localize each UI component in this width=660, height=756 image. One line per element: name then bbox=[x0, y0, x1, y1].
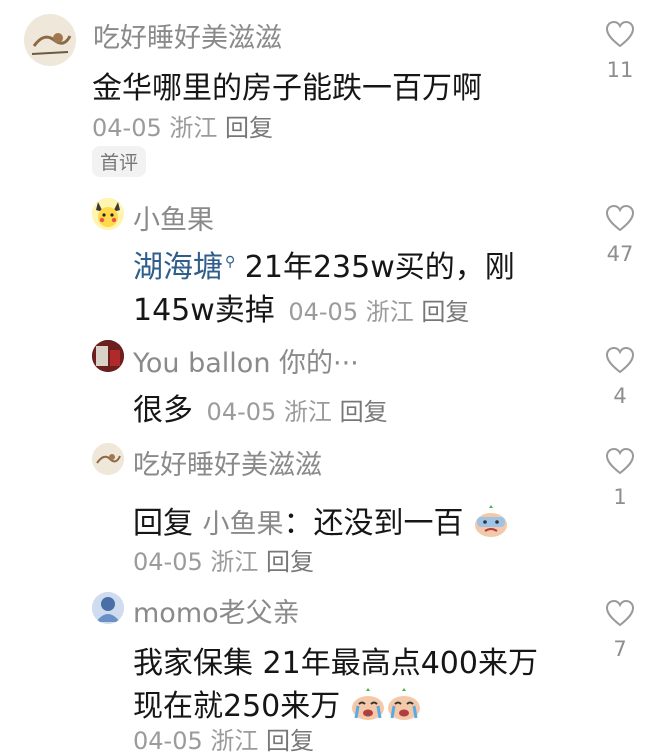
like-count: 11 bbox=[606, 58, 634, 82]
comment-date: 04-05 bbox=[206, 398, 277, 426]
heart-outline-icon bbox=[605, 20, 635, 48]
comment-text-line: 回复 小鱼果：还没到一百 bbox=[133, 498, 509, 542]
comment-text: ：还没到一百 bbox=[283, 506, 464, 541]
avatar[interactable] bbox=[24, 14, 76, 66]
username[interactable]: 吃好睡好美滋滋 bbox=[93, 16, 282, 55]
username[interactable]: momo老父亲 bbox=[133, 591, 300, 630]
avatar[interactable] bbox=[92, 592, 124, 624]
comment-text: 金华哪里的房子能跌一百万啊 bbox=[92, 71, 482, 106]
reply-button[interactable]: 回复 bbox=[266, 548, 314, 576]
like-count: 1 bbox=[613, 485, 627, 509]
location-link[interactable]: 湖海塘 bbox=[133, 250, 223, 285]
avatar-image bbox=[92, 198, 124, 230]
reply-target-username[interactable]: 小鱼果 bbox=[203, 509, 284, 540]
reply-item: 小鱼果 湖海塘 ⚲ 21年235w买的，刚 145w卖掉 04-05 浙江 回复 … bbox=[0, 190, 660, 330]
comment-meta: 04-05 浙江 回复 bbox=[133, 542, 314, 577]
avatar-image bbox=[92, 340, 124, 372]
comment-text-line2: 145w卖掉 04-05 浙江 回复 bbox=[133, 285, 469, 329]
like-count: 4 bbox=[613, 384, 627, 408]
comment-meta: 04-05 浙江 回复 bbox=[207, 398, 388, 426]
avatar[interactable] bbox=[92, 198, 124, 230]
comment-text-line1: 我家保集 21年最高点400来万 bbox=[133, 646, 538, 681]
comment-location: 浙江 bbox=[283, 398, 332, 426]
comment-item: 吃好睡好美滋滋 金华哪里的房子能跌一百万啊 04-05 浙江 回复 首评 11 bbox=[0, 0, 660, 190]
search-icon[interactable]: ⚲ bbox=[225, 254, 235, 270]
reply-item: momo老父亲 我家保集 21年最高点400来万 现在就250来万 04-05 … bbox=[0, 585, 660, 755]
heart-outline-icon bbox=[605, 599, 635, 627]
reply-button[interactable]: 回复 bbox=[266, 727, 314, 755]
comment-text-line: 很多 04-05 浙江 回复 bbox=[133, 385, 388, 429]
like-button[interactable]: 1 bbox=[600, 447, 640, 509]
comment-text: 145w卖掉 bbox=[133, 293, 275, 328]
comment-location: 浙江 bbox=[210, 548, 259, 576]
comment-text: 现在就250来万 bbox=[133, 689, 341, 724]
comment-date: 04-05 bbox=[133, 548, 203, 576]
comment-date: 04-05 bbox=[133, 727, 203, 755]
comment-text-line1: 湖海塘 ⚲ 21年235w买的，刚 bbox=[133, 242, 515, 286]
avatar[interactable] bbox=[92, 340, 124, 372]
reply-item: 吃好睡好美滋滋 回复 小鱼果：还没到一百 04-05 浙江 回复 1 bbox=[0, 435, 660, 585]
like-button[interactable]: 7 bbox=[600, 599, 640, 661]
heart-outline-icon bbox=[605, 346, 635, 374]
avatar[interactable] bbox=[92, 443, 124, 475]
username[interactable]: 小鱼果 bbox=[133, 198, 214, 237]
username[interactable]: 吃好睡好美滋滋 bbox=[133, 443, 322, 482]
like-button[interactable]: 11 bbox=[600, 20, 640, 82]
comment-text: 很多 bbox=[133, 393, 193, 428]
comment-location: 浙江 bbox=[169, 114, 218, 142]
like-button[interactable]: 47 bbox=[600, 204, 640, 266]
comment-date: 04-05 bbox=[92, 114, 162, 142]
comment-text: 21年235w买的，刚 bbox=[235, 250, 515, 285]
avatar-image bbox=[92, 592, 124, 624]
heart-outline-icon bbox=[605, 447, 635, 475]
username[interactable]: You ballon 你的··· bbox=[133, 341, 359, 380]
reply-item: You ballon 你的··· 很多 04-05 浙江 回复 4 bbox=[0, 330, 660, 435]
reply-prefix: 回复 bbox=[133, 506, 193, 541]
comment-meta: 04-05 浙江 回复 bbox=[133, 721, 314, 756]
crying-face-emoji bbox=[350, 688, 386, 722]
reply-button[interactable]: 回复 bbox=[421, 298, 469, 326]
like-count: 7 bbox=[613, 637, 627, 661]
comment-meta: 04-05 浙江 回复 bbox=[288, 298, 469, 326]
avatar-image bbox=[92, 443, 124, 475]
comment-location: 浙江 bbox=[365, 298, 414, 326]
first-comment-badge: 首评 bbox=[92, 146, 147, 177]
avatar-image bbox=[24, 14, 76, 66]
sweating-face-emoji bbox=[473, 505, 509, 539]
reply-button[interactable]: 回复 bbox=[225, 114, 273, 142]
comment-date: 04-05 bbox=[288, 298, 359, 326]
like-button[interactable]: 4 bbox=[600, 346, 640, 408]
comment-meta: 04-05 浙江 回复 bbox=[92, 108, 273, 143]
crying-face-emoji bbox=[386, 688, 422, 722]
reply-button[interactable]: 回复 bbox=[340, 398, 388, 426]
like-count: 47 bbox=[606, 242, 634, 266]
comment-text-line2: 现在就250来万 bbox=[133, 681, 422, 725]
comment-location: 浙江 bbox=[210, 727, 259, 755]
heart-outline-icon bbox=[605, 204, 635, 232]
